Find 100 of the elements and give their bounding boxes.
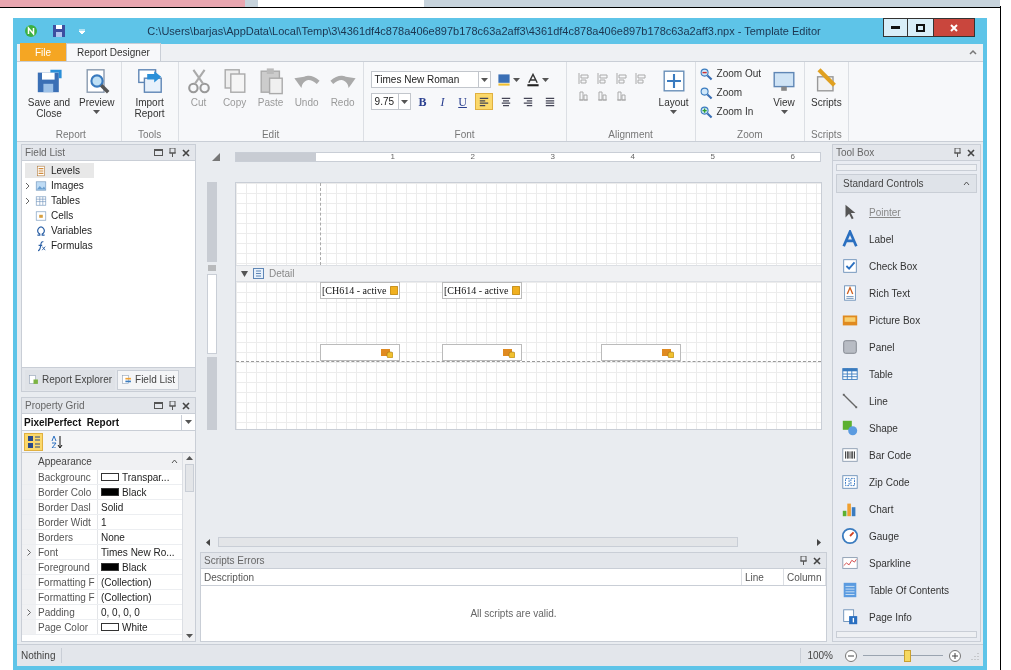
field-list-item[interactable]: Images — [25, 178, 98, 193]
property-name: Foreground — [36, 560, 98, 574]
property-value[interactable]: (Collection) — [101, 574, 152, 590]
toolbox-item[interactable]: Zip Code — [841, 468, 972, 496]
collapse-ribbon-icon[interactable] — [969, 49, 977, 55]
font-style-button[interactable]: B — [414, 93, 431, 110]
column-header[interactable]: Description — [201, 569, 742, 585]
property-value[interactable]: Solid — [101, 499, 124, 515]
collapse-icon[interactable] — [171, 459, 178, 464]
column-header[interactable]: Column — [784, 569, 826, 585]
field-list-item[interactable]: Levels — [25, 163, 94, 178]
minimize-button[interactable] — [883, 18, 908, 37]
toolbox-item[interactable]: Bar Code — [841, 441, 972, 469]
field-list-item[interactable]: Variables — [25, 223, 106, 238]
toolbox-item[interactable]: Rich Text — [841, 279, 972, 307]
ribbon-button[interactable]: Scripts — [808, 65, 845, 108]
zoom-minus-icon[interactable] — [845, 649, 857, 662]
scroll-up-icon[interactable] — [185, 456, 193, 460]
scrollbar-thumb[interactable] — [184, 464, 194, 492]
ribbon-button[interactable]: Save and Close — [24, 65, 74, 119]
toolbox-item[interactable]: Shape — [841, 414, 972, 442]
zoom-plus-icon[interactable] — [949, 649, 961, 662]
toolbox-item[interactable]: Table Of Contents — [841, 576, 972, 604]
resize-grip-icon[interactable] — [971, 651, 979, 660]
toolbox-section-header[interactable]: Standard Controls — [836, 174, 977, 193]
sort-mode-button[interactable] — [24, 432, 43, 451]
data-field[interactable]: [CH614 - active — [320, 282, 400, 299]
toolbox-item[interactable]: Line — [841, 387, 972, 415]
field-list-item[interactable]: Tables — [25, 193, 94, 208]
property-value[interactable]: Black — [122, 484, 147, 500]
panel-tab[interactable]: Field List — [117, 369, 180, 390]
zoom-slider[interactable] — [863, 649, 943, 662]
scrollbar-thumb[interactable] — [218, 537, 738, 547]
property-value[interactable]: (Collection) — [101, 589, 152, 605]
float-icon[interactable] — [154, 402, 163, 409]
scroll-left-icon[interactable] — [206, 538, 210, 546]
vertical-scrollbar[interactable] — [182, 453, 195, 641]
zoom-button[interactable]: Zoom Out — [698, 65, 762, 82]
ribbon-button[interactable]: Layout — [655, 65, 692, 114]
ribbon-button[interactable]: Import Report — [124, 65, 175, 119]
toolbox-item[interactable]: Label — [841, 225, 972, 253]
font-color-button[interactable] — [525, 72, 549, 87]
toolbox-item[interactable]: Check Box — [841, 252, 972, 280]
picture-field[interactable] — [442, 344, 522, 361]
pin-icon[interactable] — [169, 401, 176, 410]
panel-title: Property Grid — [25, 399, 86, 413]
shapes-icon — [841, 419, 859, 438]
column-header[interactable]: Line — [742, 569, 784, 585]
expand-icon[interactable] — [27, 608, 31, 616]
toolbox-item[interactable]: Sparkline — [841, 549, 972, 577]
font-style-button[interactable]: U — [454, 93, 471, 110]
toolbox-item[interactable]: Page Info — [841, 603, 972, 631]
close-icon[interactable] — [813, 556, 821, 565]
picture-field[interactable] — [320, 344, 400, 361]
toolbox-item[interactable]: Panel — [841, 333, 972, 361]
property-category[interactable]: Appearance — [22, 453, 182, 470]
toolbox-item[interactable]: Picture Box — [841, 306, 972, 334]
pin-icon[interactable] — [169, 148, 176, 157]
zoom-button[interactable]: Zoom In — [698, 103, 762, 120]
font-style-button[interactable]: I — [434, 93, 451, 110]
property-value[interactable]: 0, 0, 0, 0 — [101, 604, 140, 620]
close-icon[interactable] — [967, 148, 975, 157]
highlight-button[interactable] — [496, 72, 520, 87]
property-value[interactable]: Times New Ro... — [101, 544, 175, 560]
property-value[interactable]: Transpar... — [122, 469, 170, 485]
slider-thumb[interactable] — [904, 649, 911, 662]
field-list-item[interactable]: Cells — [25, 208, 88, 223]
float-icon[interactable] — [154, 149, 163, 156]
panel-tab[interactable]: Report Explorer — [25, 369, 116, 390]
picture-field[interactable] — [601, 344, 681, 361]
close-icon[interactable] — [182, 148, 190, 157]
object-selector[interactable]: PixelPerfect Report — [22, 414, 195, 431]
property-value[interactable]: 1 — [101, 514, 107, 530]
scroll-right-icon[interactable] — [817, 538, 821, 546]
toolbox-item[interactable]: Gauge — [841, 522, 972, 550]
ribbon-button[interactable]: Preview — [76, 65, 118, 114]
toolbox-item[interactable]: Table — [841, 360, 972, 388]
band-grip-icon[interactable] — [208, 265, 216, 271]
font-name-field[interactable]: Times New Roman — [370, 71, 491, 88]
expand-icon[interactable] — [27, 548, 31, 556]
field-list-item[interactable]: Formulas — [25, 238, 107, 253]
maximize-button[interactable] — [908, 18, 933, 37]
collapse-icon[interactable] — [241, 270, 248, 277]
ribbon-tab[interactable]: Report Designer — [66, 43, 161, 61]
data-field[interactable]: [CH614 - active — [442, 282, 522, 299]
save-icon[interactable] — [53, 25, 65, 37]
close-button[interactable] — [933, 18, 975, 37]
property-value[interactable]: Black — [122, 559, 147, 575]
font-size-field[interactable]: 9.75 — [370, 93, 411, 110]
zoom-out-icon — [698, 66, 713, 81]
scroll-down-icon[interactable] — [185, 634, 193, 638]
property-value[interactable]: None — [101, 529, 125, 545]
align-button[interactable] — [474, 93, 493, 110]
close-icon[interactable] — [182, 401, 190, 410]
toolbox-item[interactable]: Chart — [841, 495, 972, 523]
zoom-button[interactable]: Zoom — [698, 84, 762, 101]
ribbon-button[interactable]: View — [767, 65, 802, 114]
pin-icon[interactable] — [800, 556, 807, 565]
pin-icon[interactable] — [954, 148, 961, 157]
property-value[interactable]: White — [122, 619, 148, 635]
